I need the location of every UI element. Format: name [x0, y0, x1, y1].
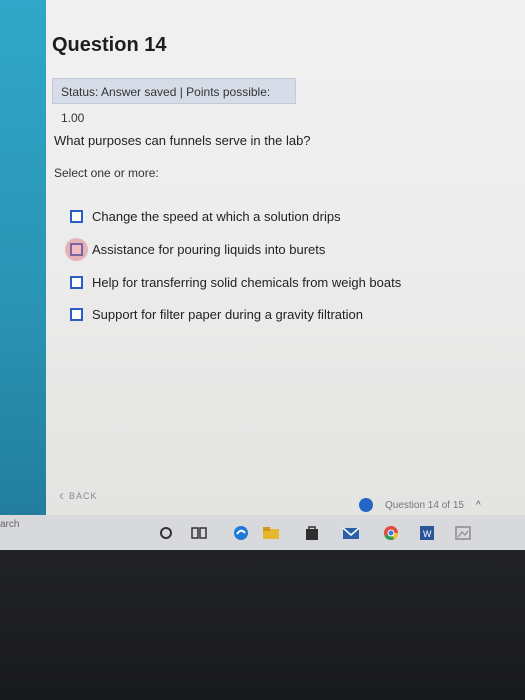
select-instruction: Select one or more: — [54, 166, 159, 180]
question-progress[interactable]: Question 14 of 15 ^ — [359, 498, 481, 512]
option-label: Assistance for pouring liquids into bure… — [92, 241, 326, 257]
chevron-up-icon[interactable]: ^ — [476, 500, 481, 511]
quiz-panel: Question 14 Status: Answer saved | Point… — [46, 0, 525, 515]
photos-icon[interactable] — [454, 525, 472, 541]
left-sidebar-strip — [0, 0, 46, 515]
store-icon[interactable] — [303, 525, 321, 541]
status-badge: Status: Answer saved | Points possible: … — [52, 78, 296, 125]
cortana-icon[interactable] — [158, 525, 174, 541]
screen: Question 14 Status: Answer saved | Point… — [0, 0, 525, 550]
svg-text:W: W — [423, 529, 432, 539]
edge-icon[interactable] — [232, 525, 250, 541]
option-label: Help for transferring solid chemicals fr… — [92, 274, 402, 290]
option-checkbox[interactable] — [70, 307, 83, 321]
option-label: Support for filter paper during a gravit… — [92, 306, 363, 322]
mail-icon[interactable] — [342, 525, 360, 541]
option-checkbox[interactable] — [70, 275, 83, 289]
option-label: Change the speed at which a solution dri… — [92, 208, 341, 224]
chevron-left-icon: ‹ — [59, 487, 65, 504]
word-icon[interactable]: W — [418, 525, 436, 541]
option-filter-paper[interactable]: Support for filter paper during a gravit… — [70, 304, 363, 324]
option-transferring-solids[interactable]: Help for transferring solid chemicals fr… — [70, 272, 401, 292]
question-title: Question 14 — [52, 34, 167, 56]
back-button[interactable]: ‹ BACK — [59, 487, 98, 504]
option-change-speed[interactable]: Change the speed at which a solution dri… — [70, 206, 341, 226]
taskbar: arch W — [0, 515, 525, 550]
laptop-bezel — [0, 550, 525, 700]
file-explorer-icon[interactable] — [262, 525, 280, 541]
question-prompt: What purposes can funnels serve in the l… — [54, 133, 311, 148]
task-view-icon[interactable] — [190, 525, 208, 541]
progress-text: Question 14 of 15 — [385, 499, 464, 511]
progress-dot-icon — [359, 498, 373, 512]
taskbar-search-box[interactable]: arch — [0, 519, 19, 530]
back-label: BACK — [69, 490, 98, 501]
option-checkbox[interactable] — [70, 209, 83, 223]
option-checkbox[interactable] — [65, 237, 88, 261]
option-pouring-burets[interactable]: Assistance for pouring liquids into bure… — [65, 237, 326, 261]
chrome-icon[interactable] — [382, 525, 400, 541]
